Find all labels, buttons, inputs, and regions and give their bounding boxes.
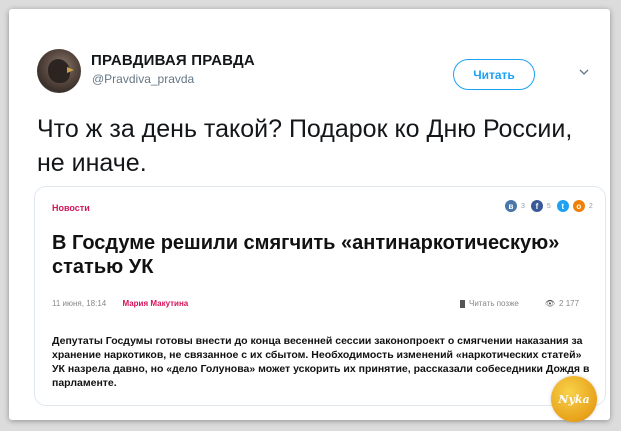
- views-icon: 👁: [544, 299, 556, 308]
- bookmark-icon[interactable]: [460, 299, 465, 308]
- article-actions: Читать позже 👁 2 177: [460, 299, 579, 308]
- ok-icon[interactable]: о: [572, 200, 585, 212]
- vk-count: 3: [521, 202, 525, 210]
- article-body: Депутаты Госдумы готовы внести до конца …: [52, 335, 590, 389]
- tweet-card: ПРАВДИВАЯ ПРАВДА @Pravdiva_pravda Читать…: [9, 9, 610, 420]
- chevron-down-icon[interactable]: [578, 66, 590, 78]
- article-headline[interactable]: В Госдуме решили смягчить «антинаркотиче…: [52, 231, 582, 279]
- ok-count: 2: [588, 202, 593, 210]
- embedded-article[interactable]: Новости в 3 f 5 t о 2 В Госдуме решили с…: [34, 186, 606, 406]
- display-name[interactable]: ПРАВДИВАЯ ПРАВДА: [91, 52, 255, 69]
- read-later-link[interactable]: Читать позже: [469, 299, 519, 308]
- section-label[interactable]: Новости: [52, 203, 90, 213]
- facebook-icon[interactable]: f: [530, 200, 543, 212]
- article-author[interactable]: Мария Макутина: [122, 299, 188, 308]
- avatar[interactable]: [37, 49, 81, 93]
- fb-count: 5: [546, 202, 551, 210]
- share-bar: в 3 f 5 t о 2: [505, 200, 595, 212]
- twitter-icon[interactable]: t: [556, 200, 569, 212]
- tweet-text: Что ж за день такой? Подарок ко Дню Росс…: [37, 115, 573, 177]
- user-handle[interactable]: @Pravdiva_pravda: [92, 72, 194, 86]
- vk-icon[interactable]: в: [505, 200, 517, 212]
- watermark-logo: Nyka: [551, 376, 597, 422]
- views-count: 2 177: [559, 299, 580, 308]
- article-meta: 11 июня, 18:14 Мария Макутина: [52, 299, 188, 308]
- beak-shape: [67, 67, 74, 73]
- article-date: 11 июня, 18:14: [52, 299, 107, 308]
- follow-button[interactable]: Читать: [453, 59, 535, 90]
